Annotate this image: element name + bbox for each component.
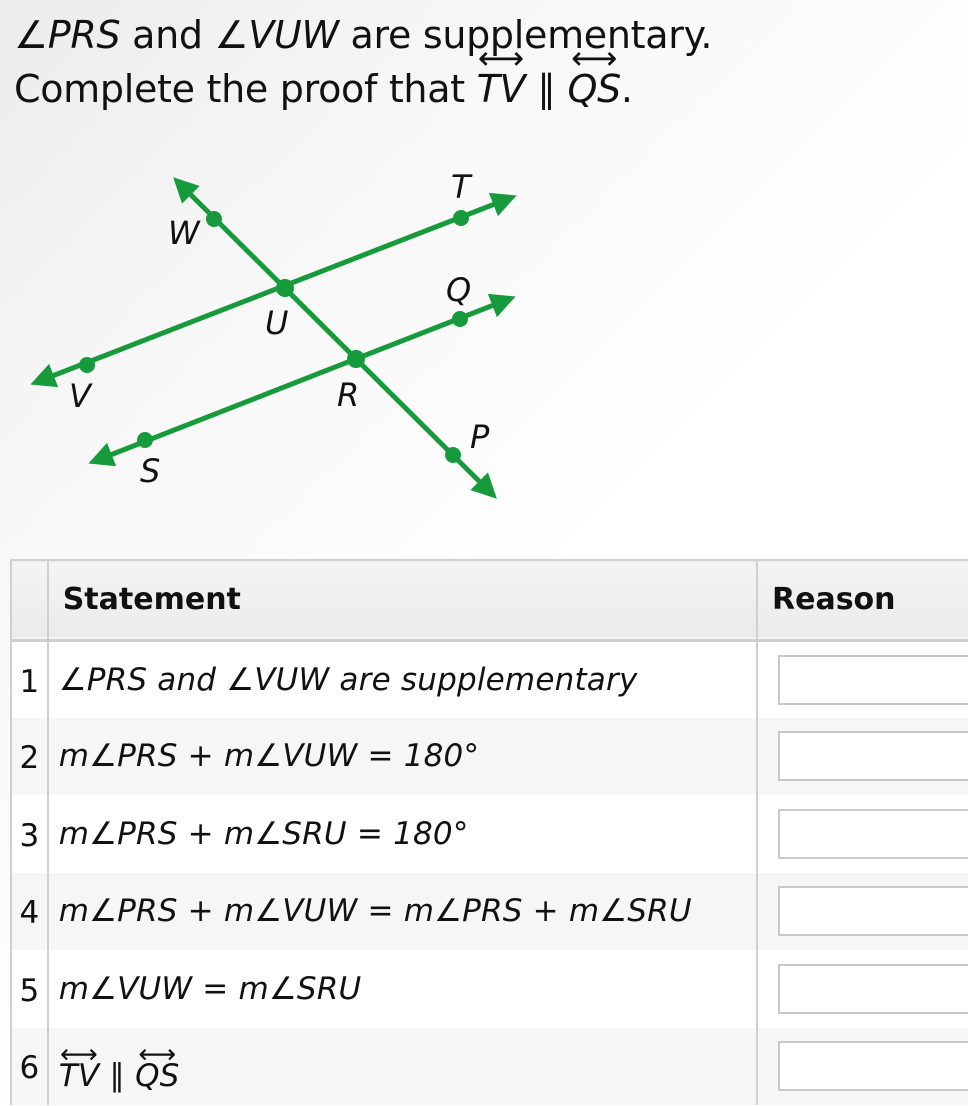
double-arrow-icon: ⟷ bbox=[571, 38, 618, 77]
row-statement: m∠PRS + m∠VUW = 180° bbox=[46, 717, 759, 795]
line-tv: ⟷ TV bbox=[58, 1039, 100, 1095]
table-row: 3 m∠PRS + m∠SRU = 180° bbox=[10, 795, 968, 873]
angle-vuw: ∠VUW bbox=[214, 13, 339, 57]
line-qs: ⟷ QS bbox=[135, 1039, 180, 1095]
line-qs-drawn bbox=[88, 293, 516, 467]
table-row: 5 m∠VUW = m∠SRU bbox=[10, 950, 968, 1028]
row-number: 6 bbox=[10, 1027, 49, 1105]
reason-input[interactable] bbox=[778, 963, 968, 1014]
row-statement: m∠PRS + m∠VUW = m∠PRS + m∠SRU bbox=[46, 872, 759, 950]
point-r bbox=[347, 350, 365, 368]
point-u bbox=[276, 279, 294, 297]
row-number: 3 bbox=[10, 795, 49, 873]
reason-input[interactable] bbox=[778, 1041, 968, 1092]
row-statement: m∠VUW = m∠SRU bbox=[46, 950, 759, 1028]
row-statement: m∠PRS + m∠SRU = 180° bbox=[46, 795, 759, 873]
table-row: 2 m∠PRS + m∠VUW = 180° bbox=[10, 717, 968, 795]
problem-prompt: ∠PRS and ∠VUW are supplementary. Complet… bbox=[14, 8, 712, 116]
row-number: 2 bbox=[10, 717, 49, 795]
point-p bbox=[445, 447, 461, 463]
row-number: 5 bbox=[10, 950, 49, 1028]
label-v: V bbox=[69, 377, 93, 415]
table-row: 1 ∠PRS and ∠VUW are supplementary bbox=[10, 640, 968, 718]
table-header: Statement Reason bbox=[10, 560, 968, 640]
line-qs: ⟷ QS bbox=[567, 38, 621, 111]
angle-prs: ∠PRS bbox=[14, 13, 121, 57]
double-arrow-icon: ⟷ bbox=[59, 1039, 98, 1070]
point-s bbox=[137, 432, 153, 448]
row-statement: ⟷ TV ∥ ⟷ QS bbox=[46, 1027, 759, 1105]
reason-input[interactable] bbox=[778, 654, 968, 705]
label-s: S bbox=[140, 452, 160, 490]
point-q bbox=[452, 311, 468, 327]
row-statement: ∠PRS and ∠VUW are supplementary bbox=[46, 640, 759, 718]
reason-input[interactable] bbox=[778, 731, 968, 782]
reason-input[interactable] bbox=[778, 886, 968, 937]
point-v bbox=[79, 357, 95, 373]
line-tv-drawn bbox=[30, 192, 517, 388]
label-t: T bbox=[451, 168, 473, 206]
reason-input[interactable] bbox=[778, 808, 968, 859]
geometry-diagram: T W Q U V R S P bbox=[30, 168, 517, 499]
proof-table: Statement Reason 1 ∠PRS and ∠VUW are sup… bbox=[10, 559, 968, 1105]
transversal-wp bbox=[173, 177, 497, 499]
header-reason: Reason bbox=[756, 560, 968, 640]
prompt-instruction: Complete the proof that ⟷ TV ∥ ⟷ QS. bbox=[14, 38, 712, 116]
table-row: 6 ⟷ TV ∥ ⟷ QS bbox=[10, 1027, 968, 1105]
header-number bbox=[10, 560, 49, 640]
line-tv: ⟷ TV bbox=[476, 38, 526, 111]
label-r: R bbox=[337, 376, 359, 414]
label-q: Q bbox=[446, 271, 471, 309]
label-u: U bbox=[265, 304, 288, 342]
header-statement: Statement bbox=[46, 560, 759, 640]
double-arrow-icon: ⟷ bbox=[477, 38, 524, 77]
row-number: 4 bbox=[10, 872, 49, 950]
label-w: W bbox=[168, 214, 201, 252]
point-t bbox=[453, 210, 469, 226]
label-p: P bbox=[470, 418, 490, 456]
point-w bbox=[206, 211, 222, 227]
double-arrow-icon: ⟷ bbox=[138, 1039, 177, 1070]
table-row: 4 m∠PRS + m∠VUW = m∠PRS + m∠SRU bbox=[10, 872, 968, 950]
row-number: 1 bbox=[10, 640, 49, 718]
